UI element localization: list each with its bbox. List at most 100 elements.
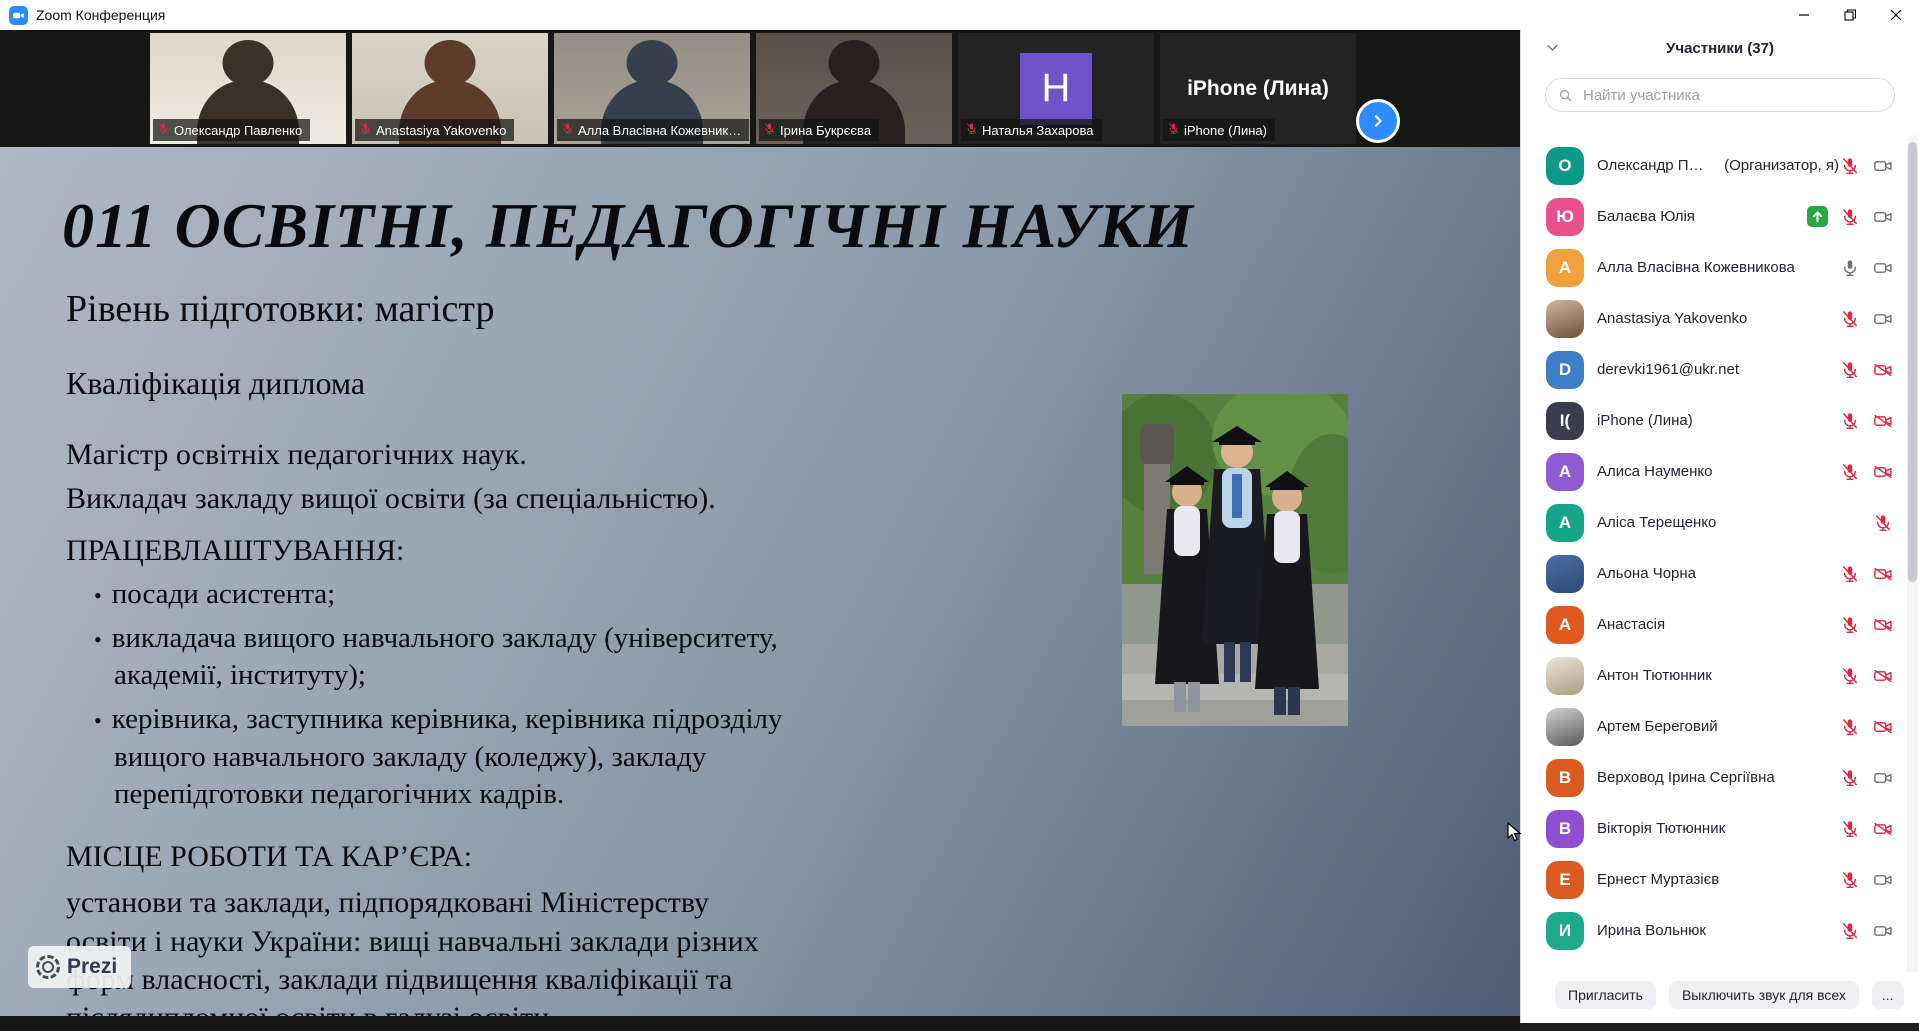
slide-bullet: викладача вищого навчального закладу (ун… [94,620,824,695]
participant-status-icons [1872,512,1894,534]
video-tile-6[interactable]: iPhone (Лина)iPhone (Лина) [1160,33,1356,144]
muted-mic-icon [1839,716,1861,738]
participant-row[interactable]: Ю Балаєва Юлія [1521,191,1904,242]
camera-on-icon [1872,920,1894,942]
panel-bottom-edge [1520,1023,1919,1031]
participant-status-icons [1839,563,1894,585]
video-tile-5[interactable]: ННаталья Захарова [958,33,1154,144]
camera-off-icon [1872,665,1894,687]
mute-all-button[interactable]: Выключить звук для всех [1669,981,1859,1009]
participant-name: Анастасія [1597,616,1665,633]
participant-row[interactable]: В Верховод Ірина Сергіївна [1521,752,1904,803]
participant-row[interactable]: Anastasiya Yakovenko [1521,293,1904,344]
muted-mic-icon [965,122,978,138]
participant-avatar-photo [1546,708,1584,746]
video-tile-1[interactable]: Олександр Павленко [150,33,346,144]
participant-name: Верховод Ірина Сергіївна [1597,769,1775,786]
slide-bullet: керівника, заступника керівника, керівни… [94,701,824,814]
prezi-label: Prezi [67,955,117,979]
participant-row[interactable]: ААлла Власівна Кожевникова [1521,242,1904,293]
close-button[interactable] [1873,0,1919,30]
participant-status-icons [1839,920,1894,942]
camera-off-icon [1872,716,1894,738]
participant-name: Антон Тютюнник [1597,667,1712,684]
camera-off-icon [1872,461,1894,483]
participant-avatar-photo [1546,555,1584,593]
restore-button[interactable] [1827,0,1873,30]
participant-name: Ирина Вольнюк [1597,922,1706,939]
participant-avatar-initial: И [1546,912,1584,950]
participants-list: ООлександр Па…(Организатор, я) Ю Балаєва Ю… [1521,140,1904,956]
slide-heading-employment: ПРАЦЕВЛАШТУВАННЯ: [66,534,1126,568]
camera-on-icon [1872,206,1894,228]
participant-row[interactable]: Dderevki1961@ukr.net [1521,344,1904,395]
muted-mic-icon [561,122,574,138]
participant-name: Балаєва Юлія [1597,208,1695,225]
video-tile-4[interactable]: Ірина Букрєєва [756,33,952,144]
participants-panel: Участники (37) ООлександр Па…(Организато… [1520,30,1919,1031]
camera-on-icon [1872,257,1894,279]
participant-name: Ернест Муртазієв [1597,871,1719,888]
participant-row[interactable]: И Ирина Вольнюк [1521,905,1904,956]
window-title: Zoom Конференция [36,7,165,23]
participant-row[interactable]: Е Ернест Муртазієв [1521,854,1904,905]
invite-button[interactable]: Пригласить [1555,981,1656,1009]
camera-off-icon [1872,818,1894,840]
participant-status-icons [1839,767,1894,789]
participant-name: Артем Береговий [1597,718,1718,735]
participant-status-icons [1839,818,1894,840]
scrollbar-thumb[interactable] [1908,142,1917,582]
muted-mic-icon [1167,122,1180,138]
participant-row[interactable]: Альона Чорна [1521,548,1904,599]
participants-title: Участники (37) [1666,40,1774,57]
participant-status-icons [1839,410,1894,432]
participant-name: Олександр Па… [1597,157,1710,174]
participant-row[interactable]: Антон Тютюнник [1521,650,1904,701]
participant-row[interactable]: А Алиса Науменко [1521,446,1904,497]
participant-avatar-initial: А [1546,453,1584,491]
camera-off-icon [1872,563,1894,585]
prezi-badge[interactable]: Prezi [28,946,131,988]
participant-avatar-photo [1546,300,1584,338]
participant-status-icons [1839,665,1894,687]
participant-row[interactable]: ААнастасія [1521,599,1904,650]
slide-heading-career: МІСЦЕ РОБОТИ ТА КАР’ЄРА: [66,840,1126,874]
video-tile-2[interactable]: Anastasiya Yakovenko [352,33,548,144]
muted-mic-icon [1839,818,1861,840]
participant-row[interactable]: I(iPhone (Лина) [1521,395,1904,446]
participant-row[interactable]: А Аліса Терещенко [1521,497,1904,548]
participant-avatar-initial: А [1546,249,1584,287]
participant-avatar-initial: Е [1546,861,1584,899]
participants-header: Участники (37) [1521,30,1919,66]
participant-row[interactable]: Артем Береговий [1521,701,1904,752]
minimize-button[interactable] [1781,0,1827,30]
camera-on-icon [1872,155,1894,177]
muted-mic-icon [1839,920,1861,942]
participant-name: Anastasiya Yakovenko [1597,310,1747,327]
participant-name: Аліса Терещенко [1597,514,1716,531]
video-tile-3[interactable]: Алла Власівна Кожевник… [554,33,750,144]
participant-avatar-initial: В [1546,759,1584,797]
participant-row[interactable]: ВВікторія Тютюнник [1521,803,1904,854]
camera-off-icon [1872,410,1894,432]
participant-status-icons [1839,614,1894,636]
participant-name: Вікторія Тютюнник [1597,820,1725,837]
more-options-button[interactable]: ... [1872,981,1904,1009]
muted-mic-icon [763,122,776,138]
bottom-letterbox [0,1016,1520,1031]
participant-name: Алиса Науменко [1597,463,1713,480]
screen-share-icon [1806,206,1828,228]
participant-name: Альона Чорна [1597,565,1696,582]
participant-avatar-initial: Ю [1546,198,1584,236]
search-input[interactable] [1581,86,1882,105]
next-page-arrow-button[interactable] [1356,99,1400,143]
video-filmstrip: Олександр Павленко Anastasiya Yakovenko … [0,30,1520,147]
participant-avatar-initial: А [1546,504,1584,542]
participant-name: iPhone (Лина) [1597,412,1693,429]
slide-career-text: установи та заклади, підпорядковані Міні… [66,884,766,1031]
participant-status-icons [1839,308,1894,330]
chevron-down-icon[interactable] [1545,40,1560,60]
participant-status-icons [1806,206,1894,228]
participant-row[interactable]: ООлександр Па…(Организатор, я) [1521,140,1904,191]
participant-status-icons [1839,359,1894,381]
